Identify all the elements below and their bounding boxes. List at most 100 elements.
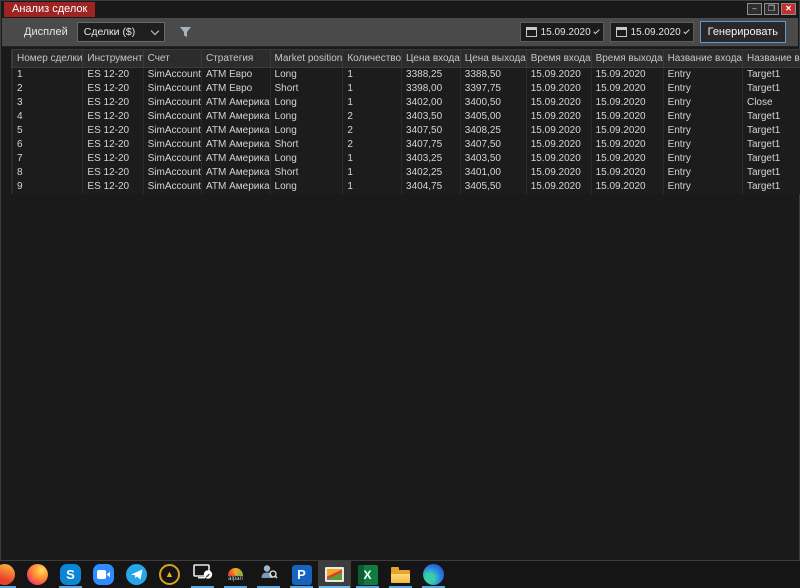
table-cell[interactable]: ATM Америка [201, 123, 271, 138]
table-cell[interactable]: Entry [663, 109, 743, 124]
taskbar-excel[interactable]: X [351, 561, 384, 588]
table-row[interactable]: 6 ES 12-20 SimAccount ATM Америка Short 2 3407… [11, 137, 800, 152]
table-cell[interactable]: Target1 [742, 81, 800, 96]
table-cell[interactable]: Short [270, 137, 344, 152]
table-cell[interactable]: 15.09.2020 [526, 137, 592, 152]
close-button[interactable]: ✕ [781, 3, 796, 15]
table-cell[interactable]: Target1 [742, 179, 800, 194]
table-cell[interactable]: 15.09.2020 [591, 81, 664, 96]
column-header[interactable]: Количество [342, 49, 403, 68]
filter-icon[interactable] [179, 26, 192, 39]
table-cell[interactable]: Target1 [742, 151, 800, 166]
table-cell[interactable]: Entry [663, 81, 743, 96]
table-row[interactable]: 7 ES 12-20 SimAccount ATM Америка Long 1 3403,… [11, 151, 800, 166]
table-cell[interactable]: 15.09.2020 [591, 123, 664, 138]
table-row[interactable]: 1 ES 12-20 SimAccount ATM Евро Long 1 3388,25 3… [11, 67, 800, 82]
table-cell[interactable]: 2 [342, 109, 403, 124]
table-cell[interactable]: 2 [342, 123, 403, 138]
table-cell[interactable]: 6 [12, 137, 84, 152]
taskbar-zoom[interactable] [87, 561, 120, 588]
table-cell[interactable]: 3403,50 [401, 109, 461, 124]
table-cell[interactable]: ATM Америка [201, 165, 271, 180]
table-row[interactable]: 8 ES 12-20 SimAccount ATM Америка Short 1 3402… [11, 165, 800, 180]
table-row[interactable]: 3 ES 12-20 SimAccount ATM Америка Long 1 3402,… [11, 95, 800, 110]
table-cell[interactable]: 4 [12, 109, 84, 124]
date-from-picker[interactable]: 15.09.2020 [519, 22, 604, 42]
taskbar-alpari[interactable]: alpari [219, 561, 252, 588]
table-cell[interactable]: ATM Евро [201, 81, 271, 96]
table-cell[interactable]: 3388,50 [460, 67, 527, 82]
table-cell[interactable]: 1 [342, 95, 403, 110]
table-cell[interactable]: Long [270, 109, 344, 124]
table-cell[interactable]: Long [270, 67, 344, 82]
table-row[interactable]: 4 ES 12-20 SimAccount ATM Америка Long 2 3403,… [11, 109, 800, 124]
table-cell[interactable]: Long [270, 123, 344, 138]
taskbar-app-partial[interactable] [0, 561, 21, 588]
table-cell[interactable]: 3407,75 [401, 137, 461, 152]
table-cell[interactable]: SimAccount [143, 109, 202, 124]
table-cell[interactable]: SimAccount [143, 123, 202, 138]
table-cell[interactable]: 15.09.2020 [526, 165, 592, 180]
maximize-button[interactable]: ❒ [764, 3, 779, 15]
table-cell[interactable]: Target1 [742, 123, 800, 138]
table-cell[interactable]: ES 12-20 [82, 123, 144, 138]
table-cell[interactable]: 15.09.2020 [591, 137, 664, 152]
display-select[interactable]: Сделки ($) [76, 22, 165, 42]
table-cell[interactable]: Short [270, 81, 344, 96]
table-cell[interactable]: ATM Америка [201, 151, 271, 166]
table-cell[interactable]: 7 [12, 151, 84, 166]
table-cell[interactable]: Entry [663, 151, 743, 166]
table-cell[interactable]: ES 12-20 [82, 151, 144, 166]
column-header[interactable]: Цена выхода [459, 49, 527, 68]
table-cell[interactable]: 15.09.2020 [526, 81, 592, 96]
table-cell[interactable]: 1 [342, 67, 403, 82]
table-cell[interactable]: 15.09.2020 [591, 95, 664, 110]
table-cell[interactable]: 3402,25 [401, 165, 461, 180]
table-cell[interactable]: Entry [663, 67, 743, 82]
table-cell[interactable]: ATM Америка [201, 109, 271, 124]
taskbar-telegram[interactable] [120, 561, 153, 588]
table-row[interactable]: 2 ES 12-20 SimAccount ATM Евро Short 1 3398,00… [11, 81, 800, 96]
column-header[interactable]: Название входа [662, 49, 743, 68]
table-cell[interactable]: ATM Америка [201, 137, 271, 152]
table-cell[interactable]: ATM Америка [201, 95, 271, 110]
table-cell[interactable]: Long [270, 151, 344, 166]
table-cell[interactable]: 3407,50 [401, 123, 461, 138]
table-cell[interactable]: 15.09.2020 [591, 179, 664, 194]
table-cell[interactable]: 3408,25 [460, 123, 527, 138]
taskbar-skype[interactable]: S [54, 561, 87, 588]
table-cell[interactable]: ES 12-20 [82, 179, 144, 194]
table-cell[interactable]: 1 [342, 165, 403, 180]
table-cell[interactable]: 2 [342, 137, 403, 152]
table-cell[interactable]: 15.09.2020 [526, 109, 592, 124]
table-cell[interactable]: 1 [342, 179, 403, 194]
table-cell[interactable]: Close [742, 95, 800, 110]
table-cell[interactable]: 15.09.2020 [591, 165, 664, 180]
table-cell[interactable]: SimAccount [143, 95, 202, 110]
column-header[interactable]: Название выхода [741, 49, 800, 68]
table-cell[interactable]: ES 12-20 [82, 137, 144, 152]
table-cell[interactable]: ES 12-20 [82, 81, 144, 96]
table-row[interactable]: 5 ES 12-20 SimAccount ATM Америка Long 2 3407,… [11, 123, 800, 138]
table-cell[interactable]: Entry [663, 179, 743, 194]
table-cell[interactable]: ES 12-20 [82, 165, 144, 180]
table-cell[interactable]: 1 [12, 67, 84, 82]
table-cell[interactable]: Target1 [742, 109, 800, 124]
table-cell[interactable]: ATM Америка [201, 179, 271, 194]
table-cell[interactable]: 3407,50 [460, 137, 527, 152]
taskbar-screen-sketch[interactable] [186, 561, 219, 588]
table-cell[interactable]: 15.09.2020 [591, 109, 664, 124]
table-cell[interactable]: Entry [663, 137, 743, 152]
table-cell[interactable]: 15.09.2020 [526, 151, 592, 166]
table-cell[interactable]: 3403,50 [460, 151, 527, 166]
table-cell[interactable]: Target1 [742, 165, 800, 180]
table-cell[interactable]: Entry [663, 165, 743, 180]
taskbar-firefox[interactable] [21, 561, 54, 588]
table-cell[interactable]: ES 12-20 [82, 109, 144, 124]
table-cell[interactable]: 9 [12, 179, 84, 194]
table-cell[interactable]: Long [270, 179, 344, 194]
table-cell[interactable]: 3404,75 [401, 179, 461, 194]
table-cell[interactable]: 1 [342, 151, 403, 166]
taskbar-edge[interactable] [417, 561, 450, 588]
table-cell[interactable]: 3405,50 [460, 179, 527, 194]
